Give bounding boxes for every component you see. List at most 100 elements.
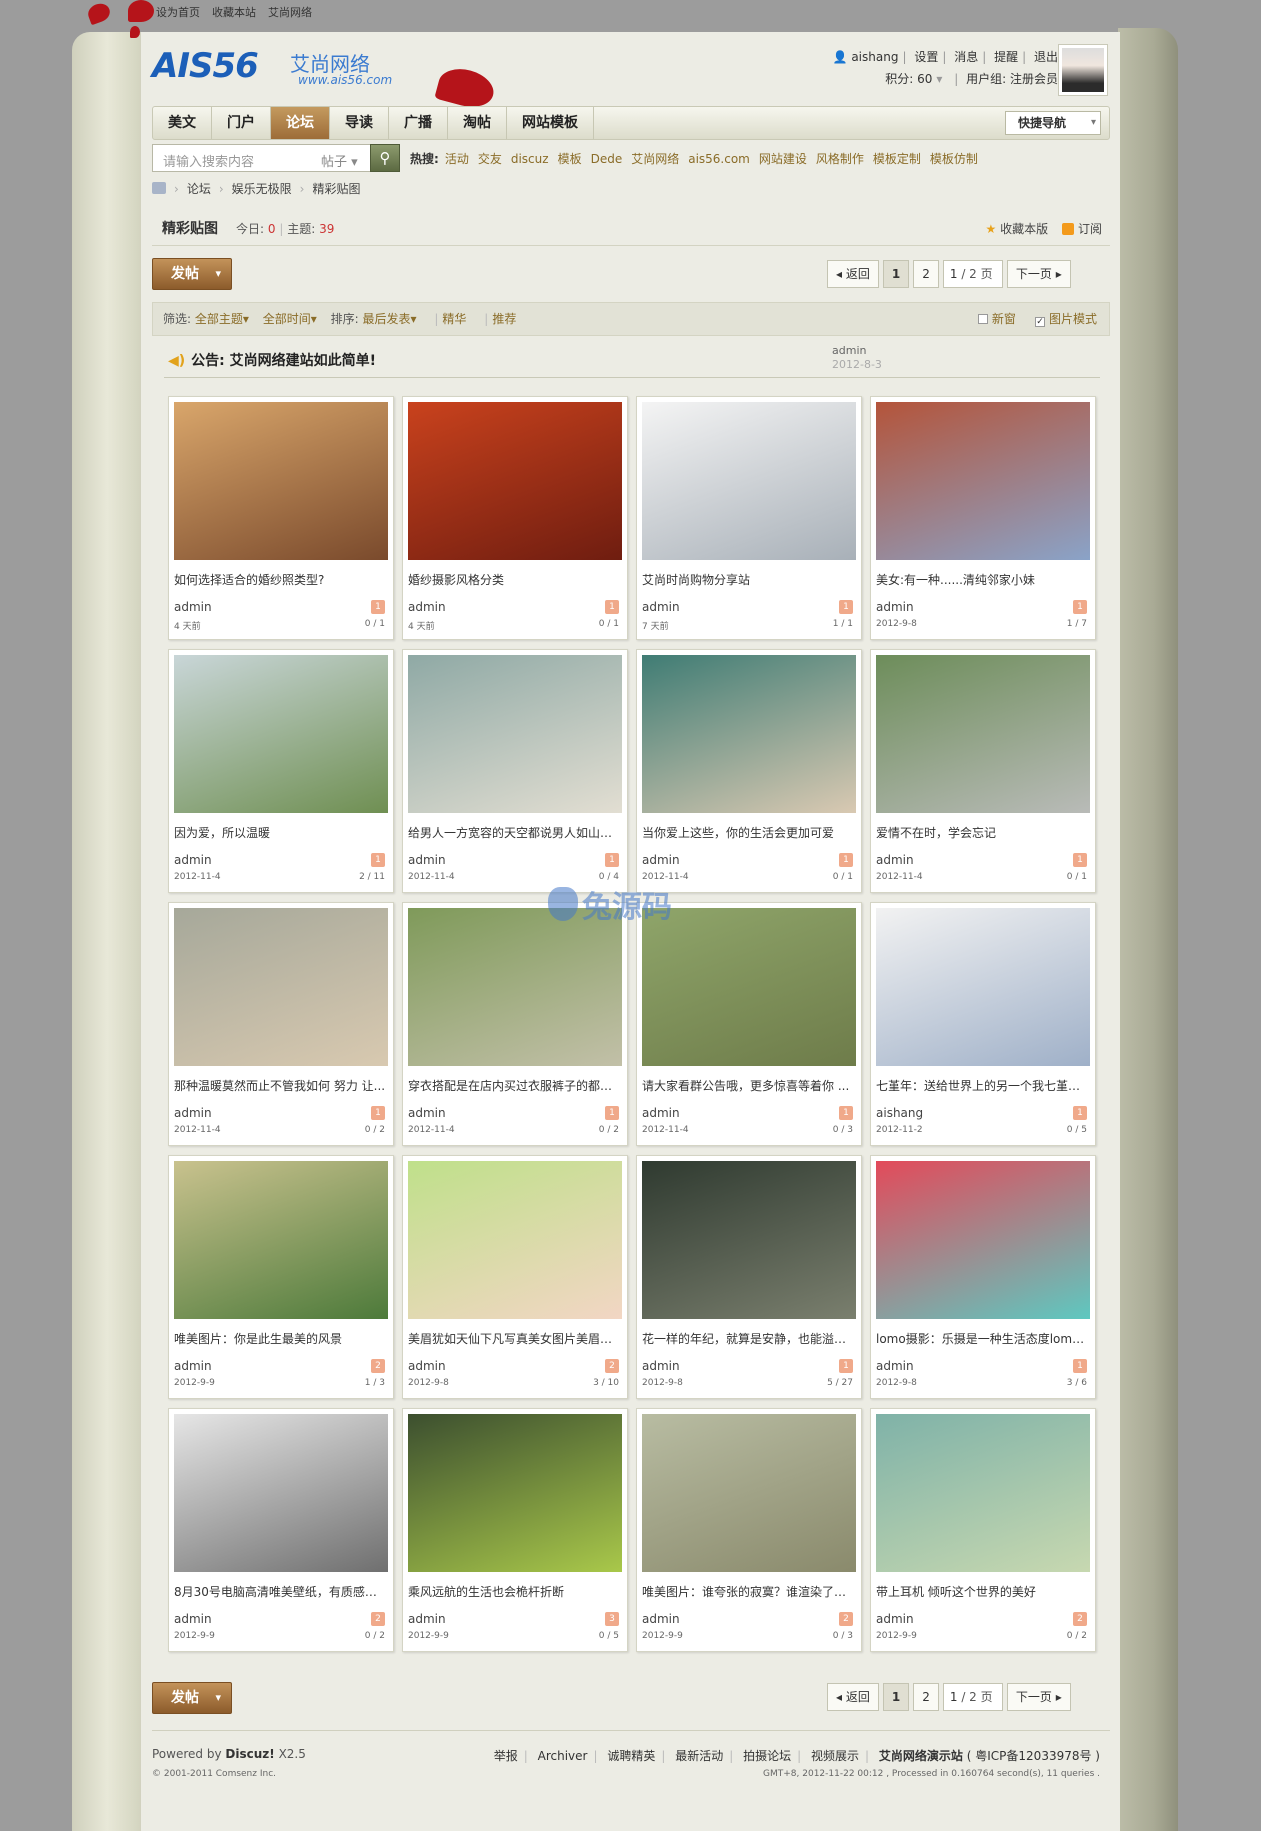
hot-search-item[interactable]: ais56.com (688, 152, 750, 166)
announcement-author[interactable]: admin (832, 344, 866, 357)
thread-card[interactable]: 唯美图片：谁夸张的寂寞？谁渲染了年... admin 2012-9-9 2 0 / 3 (636, 1408, 862, 1652)
new-post-button[interactable]: 发帖 (152, 258, 232, 290)
nav-item-broadcast[interactable]: 广播 (389, 107, 448, 139)
site-link[interactable]: 艾尚网络 (268, 6, 312, 19)
new-post-button-bottom[interactable]: 发帖 (152, 1682, 232, 1714)
logout-link[interactable]: 退出 (1034, 50, 1058, 64)
thread-thumbnail[interactable] (876, 655, 1090, 813)
thread-author[interactable]: admin (174, 1106, 212, 1120)
thread-title[interactable]: 当你爱上这些，你的生活会更加可爱 (642, 824, 856, 841)
thread-author[interactable]: admin (174, 1612, 212, 1626)
thread-card[interactable]: 那种温暖莫然而止不管我如何 努力 让... admin 2012-11-4 1 0 / … (168, 902, 394, 1146)
thread-author[interactable]: admin (174, 600, 212, 614)
thread-thumbnail[interactable] (408, 908, 622, 1066)
next-page-button[interactable]: 下一页 ▸ (1006, 1683, 1071, 1711)
thread-author[interactable]: admin (408, 853, 446, 867)
thread-title[interactable]: 爱情不在时，学会忘记 (876, 824, 1090, 841)
thread-card[interactable]: 七堇年：送给世界上的另一个我七堇年... aishang 2012-11-2 1 0 /… (870, 902, 1096, 1146)
thread-title[interactable]: 带上耳机 倾听这个世界的美好 (876, 1583, 1090, 1600)
digest-filter[interactable]: 精华 (442, 312, 466, 326)
discuz-link[interactable]: Discuz! (225, 1747, 274, 1761)
thread-title[interactable]: 那种温暖莫然而止不管我如何 努力 让... (174, 1077, 388, 1094)
thread-thumbnail[interactable] (174, 1414, 388, 1572)
thread-title[interactable]: 唯美图片：谁夸张的寂寞？谁渲染了年... (642, 1583, 856, 1600)
page-input[interactable]: 1 / 2 页 (942, 1683, 1003, 1711)
thread-author[interactable]: admin (408, 1106, 446, 1120)
thread-author[interactable]: admin (642, 1359, 680, 1373)
hot-search-item[interactable]: 风格制作 (816, 152, 864, 166)
notifications-link[interactable]: 提醒 (994, 50, 1018, 64)
search-type-select[interactable]: 帖子 ▾ (321, 151, 358, 170)
username-link[interactable]: aishang (851, 50, 898, 64)
thread-thumbnail[interactable] (408, 1414, 622, 1572)
thread-title[interactable]: 8月30号电脑高清唯美壁纸，有质感的... (174, 1583, 388, 1600)
subscribe-link[interactable]: 订阅 (1078, 222, 1102, 236)
bookmark-link[interactable]: 收藏本站 (212, 6, 256, 19)
thread-title[interactable]: 婚纱摄影风格分类 (408, 571, 622, 588)
thread-author[interactable]: admin (408, 1359, 446, 1373)
nav-item-meiwen[interactable]: 美文 (153, 107, 212, 139)
thread-title[interactable]: 唯美图片：你是此生最美的风景 (174, 1330, 388, 1347)
thread-thumbnail[interactable] (876, 1161, 1090, 1319)
thread-author[interactable]: admin (174, 853, 212, 867)
thread-author[interactable]: aishang (876, 1106, 923, 1120)
hot-search-item[interactable]: 交友 (478, 152, 502, 166)
page-1-link[interactable]: 1 (882, 1683, 910, 1711)
quick-nav-button[interactable]: 快捷导航 (1005, 111, 1101, 135)
avatar[interactable] (1058, 44, 1108, 96)
archiver-link[interactable]: Archiver (538, 1749, 588, 1763)
breadcrumb-board[interactable]: 精彩贴图 (312, 182, 360, 196)
picture-mode-checkbox[interactable]: ✓ (1034, 317, 1045, 327)
thread-title[interactable]: 乘风远航的生活也会桅杆折断 (408, 1583, 622, 1600)
thread-title[interactable]: 七堇年：送给世界上的另一个我七堇年... (876, 1077, 1090, 1094)
thread-thumbnail[interactable] (642, 402, 856, 560)
thread-author[interactable]: admin (642, 853, 680, 867)
site-logo[interactable]: AIS56 艾尚网络 www.ais56.com (152, 46, 392, 94)
thread-title[interactable]: 请大家看群公告哦，更多惊喜等着你 ... (642, 1077, 856, 1094)
sort-select[interactable]: 最后发表▾ (363, 312, 417, 326)
hot-search-item[interactable]: 模板仿制 (930, 152, 978, 166)
thread-title[interactable]: 穿衣搭配是在店内买过衣服裤子的都可... (408, 1077, 622, 1094)
thread-card[interactable]: 艾尚时尚购物分享站 admin 7 天前 1 1 / 1 (636, 396, 862, 640)
thread-card[interactable]: 婚纱摄影风格分类 admin 4 天前 1 0 / 1 (402, 396, 628, 640)
thread-thumbnail[interactable] (876, 908, 1090, 1066)
nav-item-templates[interactable]: 网站模板 (507, 107, 594, 139)
thread-thumbnail[interactable] (408, 1161, 622, 1319)
thread-author[interactable]: admin (876, 1359, 914, 1373)
thread-thumbnail[interactable] (642, 1161, 856, 1319)
photo-forum-link[interactable]: 拍摄论坛 (743, 1749, 791, 1763)
jobs-link[interactable]: 诚聘精英 (607, 1749, 655, 1763)
thread-card[interactable]: 带上耳机 倾听这个世界的美好 admin 2012-9-9 2 0 / 2 (870, 1408, 1096, 1652)
filter-all-time[interactable]: 全部时间▾ (263, 312, 317, 326)
hot-search-item[interactable]: Dede (591, 152, 623, 166)
next-page-button[interactable]: 下一页 ▸ (1006, 260, 1071, 288)
thread-thumbnail[interactable] (876, 1414, 1090, 1572)
thread-card[interactable]: 如何选择适合的婚纱照类型? admin 4 天前 1 0 / 1 (168, 396, 394, 640)
nav-item-portal[interactable]: 门户 (212, 107, 271, 139)
search-input[interactable]: 请输入搜索内容 (163, 151, 254, 170)
hot-search-item[interactable]: 网站建设 (759, 152, 807, 166)
thread-author[interactable]: admin (408, 1612, 446, 1626)
thread-card[interactable]: 花一样的年纪，就算是安静，也能溢出... admin 2012-9-8 1 5 / 27 (636, 1155, 862, 1399)
nav-item-guide[interactable]: 导读 (330, 107, 389, 139)
thread-card[interactable]: 乘风远航的生活也会桅杆折断 admin 2012-9-9 3 0 / 5 (402, 1408, 628, 1652)
icp-link[interactable]: ( 粤ICP备12033978号 ) (967, 1749, 1100, 1763)
hot-search-item[interactable]: 模板 (558, 152, 582, 166)
thread-author[interactable]: admin (876, 853, 914, 867)
new-window-checkbox[interactable] (977, 314, 988, 324)
report-link[interactable]: 举报 (494, 1749, 518, 1763)
settings-link[interactable]: 设置 (914, 50, 938, 64)
page-1-link[interactable]: 1 (882, 260, 910, 288)
page-2-link[interactable]: 2 (913, 260, 939, 288)
thread-title[interactable]: 美女:有一种......清纯邻家小妹 (876, 571, 1090, 588)
video-link[interactable]: 视频展示 (811, 1749, 859, 1763)
set-homepage-link[interactable]: 设为首页 (156, 6, 200, 19)
thread-thumbnail[interactable] (174, 402, 388, 560)
thread-thumbnail[interactable] (408, 402, 622, 560)
breadcrumb-forum[interactable]: 论坛 (187, 182, 211, 196)
thread-thumbnail[interactable] (174, 1161, 388, 1319)
thread-card[interactable]: 美女:有一种......清纯邻家小妹 admin 2012-9-8 1 1 / 7 (870, 396, 1096, 640)
user-group[interactable]: 用户组: 注册会员 (966, 72, 1058, 86)
nav-item-taotie[interactable]: 淘帖 (448, 107, 507, 139)
thread-card[interactable]: 8月30号电脑高清唯美壁纸，有质感的... admin 2012-9-9 2 0 / 2 (168, 1408, 394, 1652)
